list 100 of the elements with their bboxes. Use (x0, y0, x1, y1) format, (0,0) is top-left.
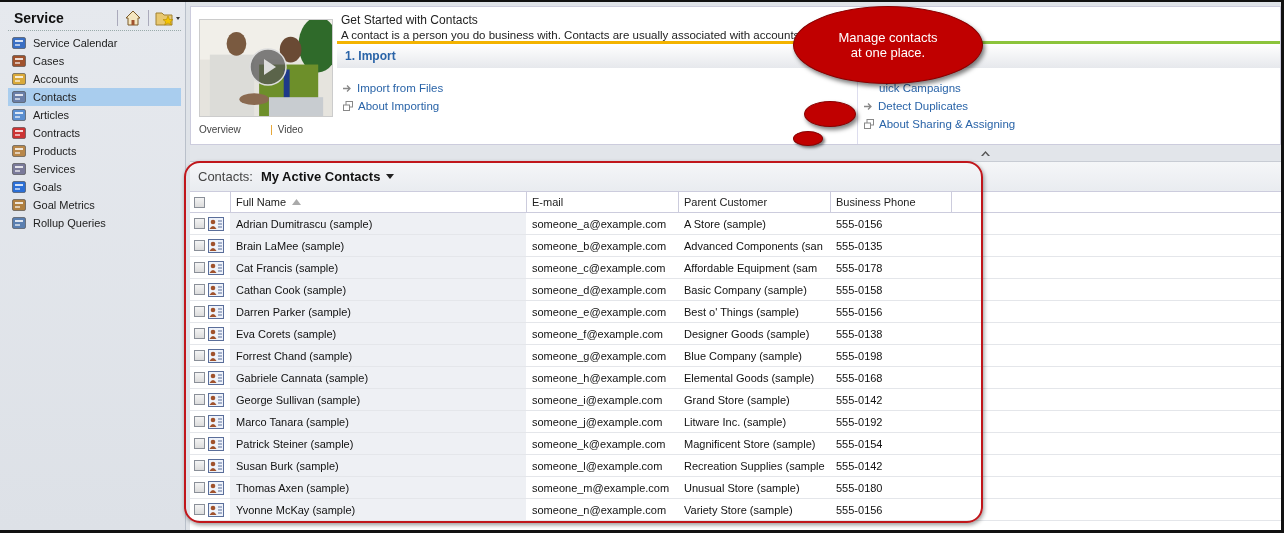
row-checkbox[interactable] (194, 504, 205, 515)
row-checkbox[interactable] (194, 438, 205, 449)
column-header[interactable]: Parent Customer (678, 192, 830, 212)
help-link[interactable]: Detect Duplicates (878, 100, 969, 112)
sidebar-item[interactable]: Services (8, 160, 181, 178)
popout-icon (343, 101, 353, 111)
row-checkbox[interactable] (194, 306, 205, 317)
select-all-checkbox[interactable] (194, 196, 205, 208)
play-icon[interactable] (249, 48, 287, 86)
panel-description: A contact is a person you do business with. Contacts are usually associated with accounts (340, 29, 800, 41)
sidebar-item[interactable]: Accounts (8, 70, 181, 88)
table-cell: Cathan Cook (sample) (230, 279, 526, 300)
sidebar-item[interactable]: Contracts (8, 124, 181, 142)
table-cell-text: 555-0142 (835, 458, 884, 474)
collapse-icon[interactable] (981, 150, 990, 156)
table-cell: Patrick Steiner (sample) (230, 433, 526, 454)
table-cell-text: someone_l@example.com (531, 458, 664, 474)
sidebar-item[interactable]: Goals (8, 178, 181, 196)
help-link[interactable]: Import from Files (357, 82, 444, 94)
table-cell-text: 555-0158 (835, 282, 884, 298)
row-checkbox[interactable] (194, 372, 205, 383)
table-cell: George Sullivan (sample) (230, 389, 526, 410)
table-cell-text: someone_f@example.com (531, 326, 664, 342)
help-link[interactable]: About Importing (358, 100, 440, 112)
table-cell-text: someone_b@example.com (531, 238, 668, 254)
row-checkbox[interactable] (194, 240, 205, 251)
table-cell-text: someone_d@example.com (531, 282, 668, 298)
table-cell: Darren Parker (sample) (230, 301, 526, 322)
table-cell-text: Unusual Store (sample) (683, 480, 801, 496)
row-checkbox[interactable] (194, 284, 205, 295)
caret-icon (386, 174, 395, 179)
sidebar-title: Service (13, 10, 65, 26)
popout-icon (864, 119, 874, 129)
table-cell-text: Designer Goods (sample) (683, 326, 811, 342)
column-header[interactable]: Business Phone (830, 192, 952, 212)
sidebar-item[interactable]: Cases (8, 52, 181, 70)
table-cell: Brain LaMee (sample) (230, 235, 526, 256)
row-checkbox[interactable] (194, 482, 205, 493)
sidebar-item[interactable]: Articles (8, 106, 181, 124)
row-checkbox[interactable] (194, 328, 205, 339)
table-cell-text: 555-0138 (835, 326, 884, 342)
table-cell-text: someone_h@example.com (531, 370, 668, 386)
table-cell-text: 555-0180 (835, 480, 884, 496)
table-cell: Marco Tanara (sample) (230, 411, 526, 432)
sidebar-item[interactable]: Rollup Queries (8, 214, 181, 232)
table-cell-text: 555-0156 (835, 502, 884, 518)
table-cell-text: Basic Company (sample) (683, 282, 808, 298)
table-cell-text: 555-0178 (835, 260, 884, 276)
sidebar-item[interactable]: Goal Metrics (8, 196, 181, 214)
column-header[interactable]: E-mail (526, 192, 678, 212)
table-cell: Gabriele Cannata (sample) (230, 367, 526, 388)
table-cell-text: 555-0168 (835, 370, 884, 386)
sidebar-item[interactable]: Products (8, 142, 181, 160)
row-checkbox[interactable] (194, 350, 205, 361)
table-cell-text: someone_m@example.com (531, 480, 671, 496)
favorites-folder-icon[interactable] (155, 10, 181, 26)
sidebar-item[interactable]: Service Calendar (8, 34, 181, 52)
table-cell-text: Blue Company (sample) (683, 348, 803, 364)
help-link[interactable]: About Sharing & Assigning (879, 118, 1016, 130)
table-cell-text: 555-0142 (835, 392, 884, 408)
row-checkbox[interactable] (194, 416, 205, 427)
row-checkbox[interactable] (194, 394, 205, 405)
media-link[interactable]: Overview (199, 124, 241, 135)
home-icon[interactable] (124, 9, 142, 27)
table-cell-text: 555-0135 (835, 238, 884, 254)
table-cell-text: Advanced Components (san (683, 238, 824, 254)
column-header[interactable]: Full Name (230, 192, 526, 212)
arrow-icon (343, 83, 352, 93)
view-selector[interactable]: My Active Contacts (260, 169, 395, 184)
row-checkbox[interactable] (194, 218, 205, 229)
table-cell-text: someone_n@example.com (531, 502, 668, 518)
table-cell-text: someone_j@example.com (531, 414, 664, 430)
table-cell: Yvonne McKay (sample) (230, 499, 526, 520)
arrow-icon (864, 101, 873, 111)
table-cell: Forrest Chand (sample) (230, 345, 526, 366)
table-cell-text: someone_e@example.com (531, 304, 668, 320)
table-cell-text: someone_a@example.com (531, 216, 668, 232)
table-cell-text: 555-0156 (835, 216, 884, 232)
table-cell-text: 555-0154 (835, 436, 884, 452)
table-cell-text: Affordable Equipment (sam (683, 260, 819, 276)
table-cell-text: Variety Store (sample) (683, 502, 794, 518)
table-cell-text: someone_k@example.com (531, 436, 667, 452)
table-cell: Thomas Axen (sample) (230, 477, 526, 498)
table-cell: Cat Francis (sample) (230, 257, 526, 278)
media-link[interactable]: Video (277, 124, 304, 135)
row-checkbox[interactable] (194, 460, 205, 471)
table-cell-text: someone_g@example.com (531, 348, 668, 364)
view-label: Contacts: (198, 169, 253, 184)
table-cell: Adrian Dumitrascu (sample) (230, 213, 526, 234)
help-link[interactable]: uick Campaigns (879, 82, 961, 94)
table-cell: Eva Corets (sample) (230, 323, 526, 344)
panel-title: Get Started with Contacts (340, 13, 478, 27)
table-cell-text: Best o' Things (sample) (683, 304, 800, 320)
table-cell-text: 555-0156 (835, 304, 884, 320)
sidebar-item[interactable]: Contacts (8, 88, 181, 106)
table-cell-text: Litware Inc. (sample) (683, 414, 788, 430)
table-cell-text: someone_i@example.com (531, 392, 664, 408)
table-cell: Susan Burk (sample) (230, 455, 526, 476)
row-checkbox[interactable] (194, 262, 205, 273)
table-cell-text: 555-0198 (835, 348, 884, 364)
